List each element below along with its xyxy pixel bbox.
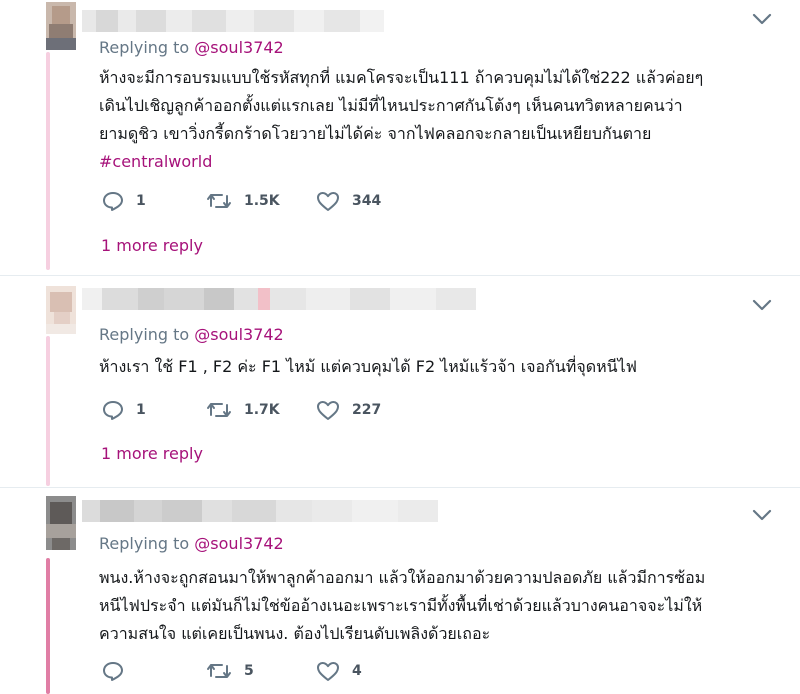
replying-prefix: Replying to bbox=[99, 38, 195, 57]
tweet-text: ห้างจะมีการอบรมแบบใช้รหัสทุกที่ แมคโครจะ… bbox=[99, 64, 779, 176]
like-button[interactable]: 4 bbox=[316, 660, 362, 682]
like-count: 344 bbox=[352, 193, 382, 209]
tweet-2: Replying to @soul3742 ห้างเรา ใช้ F1 , F… bbox=[0, 276, 800, 486]
replying-prefix: Replying to bbox=[99, 534, 195, 553]
heart-icon bbox=[317, 400, 339, 420]
avatar[interactable] bbox=[46, 2, 76, 50]
chevron-down-icon[interactable] bbox=[752, 298, 772, 312]
retweet-button[interactable]: 1.5K bbox=[206, 190, 280, 212]
tweet-text-line: ห้างเรา ใช้ F1 , F2 ค่ะ F1 ไหม้ แต่ควบคุ… bbox=[99, 357, 637, 376]
thread-line bbox=[46, 52, 50, 270]
replying-to: Replying to @soul3742 bbox=[99, 534, 284, 553]
reply-button[interactable] bbox=[102, 660, 136, 682]
replying-handle-link[interactable]: @soul3742 bbox=[194, 38, 283, 57]
retweet-count: 5 bbox=[244, 663, 254, 679]
tweet-text-line: เดินไปเชิญลูกค้าออกตั้งแต่แรกเลย ไม่มีที… bbox=[99, 96, 683, 115]
chevron-down-icon[interactable] bbox=[752, 12, 772, 26]
like-button[interactable]: 227 bbox=[316, 399, 381, 421]
tweet-text-line: หนีไฟประจำ แต่มันก็ไม่ใช่ข้ออ้างเนอะเพรา… bbox=[99, 596, 703, 615]
blurred-display-name bbox=[82, 288, 476, 310]
blurred-display-name bbox=[82, 10, 384, 32]
retweet-button[interactable]: 1.7K bbox=[206, 399, 280, 421]
tweet-3: Replying to @soul3742 พนง.ห้างจะถูกสอนมา… bbox=[0, 488, 800, 694]
avatar[interactable] bbox=[46, 496, 76, 550]
tweet-text-line: ห้างจะมีการอบรมแบบใช้รหัสทุกที่ แมคโครจะ… bbox=[99, 68, 704, 87]
like-count: 4 bbox=[352, 663, 362, 679]
chevron-down-icon[interactable] bbox=[752, 508, 772, 522]
reply-count: 1 bbox=[136, 402, 146, 418]
reply-icon bbox=[103, 401, 123, 420]
avatar[interactable] bbox=[46, 286, 76, 334]
retweet-icon bbox=[207, 194, 231, 208]
replying-prefix: Replying to bbox=[99, 325, 195, 344]
thread-line bbox=[46, 336, 50, 486]
more-replies-link[interactable]: 1 more reply bbox=[101, 236, 203, 255]
tweet-text: พนง.ห้างจะถูกสอนมาให้พาลูกค้าออกมา แล้วใ… bbox=[99, 564, 779, 648]
tweet-text-line: พนง.ห้างจะถูกสอนมาให้พาลูกค้าออกมา แล้วใ… bbox=[99, 568, 706, 587]
retweet-button[interactable]: 5 bbox=[206, 660, 254, 682]
reply-icon bbox=[103, 662, 123, 681]
hashtag-link[interactable]: #centralworld bbox=[99, 148, 779, 176]
reply-count: 1 bbox=[136, 193, 146, 209]
thread-line bbox=[46, 558, 50, 694]
retweet-count: 1.7K bbox=[244, 402, 280, 418]
retweet-count: 1.5K bbox=[244, 193, 280, 209]
replying-handle-link[interactable]: @soul3742 bbox=[194, 534, 283, 553]
more-replies-link[interactable]: 1 more reply bbox=[101, 444, 203, 463]
replying-handle-link[interactable]: @soul3742 bbox=[194, 325, 283, 344]
heart-icon bbox=[317, 661, 339, 681]
reply-button[interactable]: 1 bbox=[102, 190, 146, 212]
tweet-1: Replying to @soul3742 ห้างจะมีการอบรมแบบ… bbox=[0, 0, 800, 272]
reply-button[interactable]: 1 bbox=[102, 399, 146, 421]
replying-to: Replying to @soul3742 bbox=[99, 325, 284, 344]
blurred-display-name bbox=[82, 500, 438, 522]
reply-icon bbox=[103, 192, 123, 211]
like-button[interactable]: 344 bbox=[316, 190, 381, 212]
tweet-text: ห้างเรา ใช้ F1 , F2 ค่ะ F1 ไหม้ แต่ควบคุ… bbox=[99, 353, 779, 381]
retweet-icon bbox=[207, 664, 231, 678]
replying-to: Replying to @soul3742 bbox=[99, 38, 284, 57]
tweet-text-line: ความสนใจ แต่เคยเป็นพนง. ต้องไปเรียนดับเพ… bbox=[99, 624, 491, 643]
like-count: 227 bbox=[352, 402, 382, 418]
tweet-text-line: ยามดูชิว เขาวิ่งกรี้ดกร้าดโวยวายไม่ได้ค่… bbox=[99, 124, 652, 143]
retweet-icon bbox=[207, 403, 231, 417]
heart-icon bbox=[317, 191, 339, 211]
